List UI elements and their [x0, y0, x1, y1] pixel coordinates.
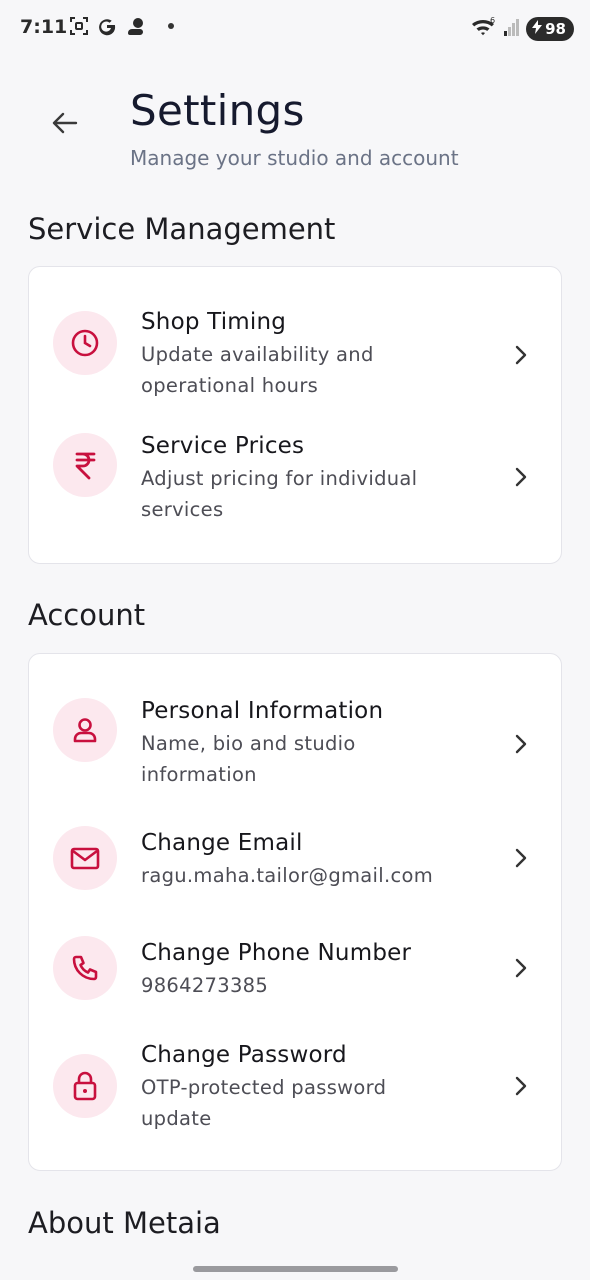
mail-icon	[53, 826, 117, 890]
arrow-left-icon	[52, 111, 78, 139]
chevron-right-icon	[509, 1074, 533, 1098]
notification-dot-icon	[168, 23, 174, 29]
item-title: Personal Information	[141, 698, 384, 724]
home-indicator[interactable]	[193, 1266, 398, 1272]
google-icon	[96, 15, 118, 37]
item-subtitle-line: Update availability and	[141, 343, 374, 366]
item-subtitle-line: information	[141, 763, 257, 786]
item-title: Service Prices	[141, 433, 305, 459]
status-notification-icons	[68, 15, 174, 37]
item-subtitle-line: services	[141, 498, 224, 521]
battery-level: 98	[545, 20, 566, 38]
item-subtitle: Name, bio and studio information	[141, 728, 501, 790]
item-subtitle: OTP-protected password update	[141, 1072, 501, 1134]
screenshot-icon	[68, 15, 90, 37]
item-subtitle-line: operational hours	[141, 374, 319, 397]
item-subtitle-line: ragu.maha.tailor@gmail.com	[141, 864, 434, 887]
chevron-right-icon	[509, 343, 533, 367]
phone-icon	[53, 936, 117, 1000]
settings-item-change-phone-number[interactable]: Change Phone Number 9864273385	[29, 924, 563, 1020]
chevron-right-icon	[509, 846, 533, 870]
item-title: Change Password	[141, 1042, 347, 1068]
rupee-icon	[53, 433, 117, 497]
network-badge: 6	[490, 16, 495, 25]
settings-item-change-password[interactable]: Change Password OTP-protected password u…	[29, 1026, 563, 1152]
lock-icon	[53, 1054, 117, 1118]
section-title-about: About Metaia	[28, 1206, 221, 1240]
item-title: Change Email	[141, 830, 303, 856]
user-icon	[53, 698, 117, 762]
chevron-right-icon	[509, 732, 533, 756]
status-time: 7:11	[20, 16, 68, 38]
page-subtitle: Manage your studio and account	[130, 146, 459, 170]
page-title: Settings	[130, 86, 305, 135]
item-subtitle-line: OTP-protected password	[141, 1076, 387, 1099]
item-title: Change Phone Number	[141, 940, 412, 966]
item-subtitle: ragu.maha.tailor@gmail.com	[141, 860, 501, 891]
item-subtitle-line: update	[141, 1107, 212, 1130]
settings-item-shop-timing[interactable]: Shop Timing Update availability and oper…	[29, 287, 563, 407]
settings-item-service-prices[interactable]: Service Prices Adjust pricing for indivi…	[29, 413, 563, 533]
item-subtitle-line: Adjust pricing for individual	[141, 467, 418, 490]
item-subtitle: Update availability and operational hour…	[141, 339, 501, 401]
battery-indicator: 98	[526, 17, 574, 41]
item-title: Shop Timing	[141, 309, 287, 335]
section-title-service-management: Service Management	[28, 212, 336, 246]
status-bar: 7:11 6 98	[0, 0, 590, 58]
item-subtitle-line: 9864273385	[141, 974, 269, 997]
chevron-right-icon	[509, 465, 533, 489]
charging-icon	[532, 20, 543, 38]
account-card: Personal Information Name, bio and studi…	[28, 653, 562, 1171]
service-management-card: Shop Timing Update availability and oper…	[28, 266, 562, 564]
back-button[interactable]	[44, 104, 86, 146]
item-subtitle: 9864273385	[141, 970, 501, 1001]
section-title-account: Account	[28, 598, 146, 632]
signal-icon	[504, 17, 520, 41]
clock-icon	[53, 311, 117, 375]
settings-item-personal-information[interactable]: Personal Information Name, bio and studi…	[29, 674, 563, 800]
wifi-icon: 6	[470, 15, 498, 43]
settings-item-change-email[interactable]: Change Email ragu.maha.tailor@gmail.com	[29, 814, 563, 910]
header: Settings Manage your studio and account	[0, 80, 590, 180]
item-subtitle-line: Name, bio and studio	[141, 732, 356, 755]
chevron-right-icon	[509, 956, 533, 980]
item-subtitle: Adjust pricing for individual services	[141, 463, 501, 525]
weather-icon	[124, 15, 148, 37]
status-system-icons: 6 98	[470, 15, 574, 43]
